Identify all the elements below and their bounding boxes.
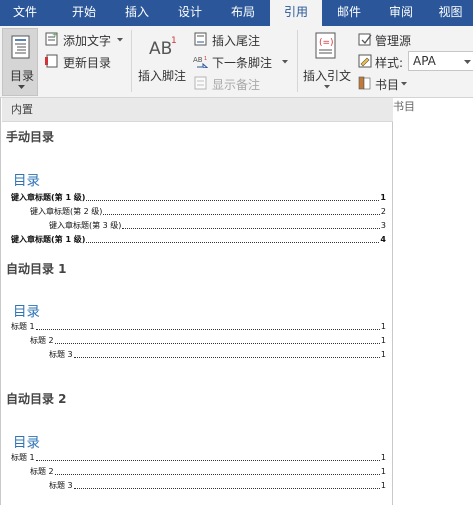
insert-citation-label: 插入引文 [303,69,352,83]
manage-sources-icon [358,33,372,46]
divider [131,30,132,92]
gallery-item-auto-toc-2[interactable]: 目录 标题 11 标题 21 标题 31 [2,406,393,505]
svg-text:AB: AB [149,39,172,58]
insert-endnote-label: 插入尾注 [212,34,261,48]
tab-file[interactable]: 文件 [0,0,50,26]
insert-footnote-button[interactable]: AB 1 插入脚注 [136,30,188,92]
endnote-icon [194,32,207,46]
tab-home[interactable]: 开始 [58,0,110,26]
toc-entry: 键入章标题(第 1 级) 4 [11,235,386,244]
chevron-down-icon [464,60,471,64]
toc-entry: 键入章标题(第 2 级) 2 [30,207,386,216]
svg-text:(=): (=) [319,38,334,48]
insert-footnote-label: 插入脚注 [138,69,187,83]
toc-button-label: 目录 [10,69,35,83]
insert-citation-button[interactable]: (=) 插入引文 [300,30,354,92]
bibliography-label: 书目 [375,78,400,92]
divider [297,30,298,92]
svg-text:AB: AB [193,56,203,64]
toc-preview-title: 目录 [13,173,40,189]
show-notes-icon [194,76,207,90]
chevron-down-icon [117,38,123,42]
bibliography-button[interactable]: 书目 [356,74,416,92]
toc-entry: 标题 11 [11,322,386,331]
toc-entry: 键入章标题(第 3 级) 3 [49,221,386,230]
gallery-item-title: 手动目录 [6,130,55,144]
chevron-down-icon [401,82,407,86]
footnote-icon: AB 1 [149,36,177,58]
toc-entry: 标题 31 [49,350,386,359]
insert-endnote-button[interactable]: 插入尾注 [192,30,282,48]
toc-gallery-dropdown: 内置 手动目录 目录 键入章标题(第 1 级) 1 键入章标题(第 2 级) 2 键… [0,98,393,505]
group-label-bibliography: 书目 [393,100,415,113]
toc-preview-title: 目录 [13,304,40,320]
update-toc-button[interactable]: 更新目录 [43,52,123,70]
citation-icon: (=) [315,32,336,59]
gallery-item-title: 自动目录 1 [6,262,67,276]
toc-preview-title: 目录 [13,435,40,451]
add-text-label: 添加文字 [63,34,112,48]
toc-entry: 标题 21 [30,336,386,345]
toc-button[interactable]: 目录 [2,28,38,96]
svg-text:1: 1 [171,36,177,46]
tab-mailings[interactable]: 邮件 [324,0,374,26]
update-toc-icon [45,54,58,68]
manage-sources-label: 管理源 [375,34,412,48]
chevron-down-icon [18,85,25,89]
gallery-header-builtin: 内置 [2,98,393,122]
next-footnote-icon: AB 1 [193,56,209,68]
bibliography-icon [358,76,371,90]
gallery-item-title: 自动目录 2 [6,392,67,406]
svg-text:1: 1 [204,56,207,62]
gallery-item-auto-toc-1[interactable]: 目录 标题 11 标题 21 标题 31 [2,276,393,372]
show-notes-button[interactable]: 显示备注 [192,74,272,92]
manage-sources-button[interactable]: 管理源 [356,30,426,48]
tab-view[interactable]: 视图 [428,0,473,26]
tab-references[interactable]: 引用 [270,0,322,26]
add-text-icon: + [45,32,58,46]
toc-entry: 键入章标题(第 1 级) 1 [11,193,386,202]
chevron-down-icon [324,85,330,89]
chevron-down-icon [282,60,288,64]
tab-review[interactable]: 审阅 [376,0,426,26]
show-notes-label: 显示备注 [212,78,261,92]
toc-entry: 标题 21 [30,467,386,476]
svg-text:+: + [52,32,58,39]
style-select[interactable]: APA [408,51,473,71]
ribbon-tab-bar: 文件 开始 插入 设计 布局 引用 邮件 审阅 视图 [0,0,473,26]
tab-design[interactable]: 设计 [164,0,216,26]
toc-icon [11,35,30,59]
style-label-group: 样式: [356,52,406,70]
gallery-item-manual-toc[interactable]: 目录 键入章标题(第 1 级) 1 键入章标题(第 2 级) 2 键入章标题(第 3… [2,144,393,250]
add-text-button[interactable]: + 添加文字 [43,30,123,48]
style-select-value: APA [413,54,436,68]
style-label: 样式: [375,56,404,70]
toc-entry: 标题 31 [49,481,386,490]
tab-insert[interactable]: 插入 [112,0,162,26]
style-icon [358,54,372,68]
update-toc-label: 更新目录 [63,56,112,70]
next-footnote-label: 下一条脚注 [212,56,273,70]
next-footnote-button[interactable]: AB 1 下一条脚注 [192,52,290,70]
toc-entry: 标题 11 [11,453,386,462]
ribbon-references: 目录 + 添加文字 更新目录 AB 1 插入脚注 插入尾注 AB 1 下一条脚注… [0,26,473,113]
tab-layout[interactable]: 布局 [218,0,268,26]
